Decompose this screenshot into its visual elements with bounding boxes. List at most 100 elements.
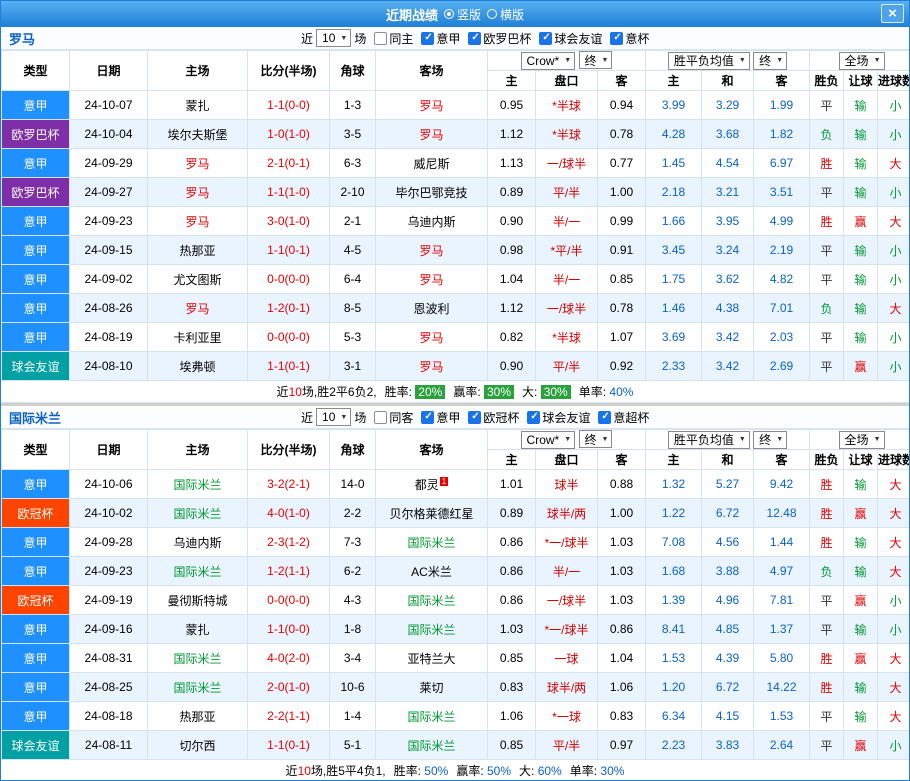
team-name: 罗马 [1, 29, 301, 48]
goals-result: 大 [878, 294, 910, 323]
view-option-vertical[interactable]: 竖版 [444, 6, 481, 23]
corner-score: 3-4 [330, 644, 376, 673]
match-date: 24-09-28 [70, 528, 148, 557]
league-filter-supercup[interactable]: 意超杯 [598, 409, 649, 426]
league-badge: 欧罗巴杯 [2, 178, 70, 207]
asia-home-odds: 1.03 [488, 615, 536, 644]
league-badge: 意甲 [2, 557, 70, 586]
goals-result: 大 [878, 207, 910, 236]
league-filter-friendly[interactable]: 球会友谊 [539, 30, 602, 47]
league-filter-serie-a[interactable]: 意甲 [421, 30, 460, 47]
asia-odds-time-select[interactable]: 终▼ [579, 430, 613, 448]
match-date: 24-09-27 [70, 178, 148, 207]
league-badge: 意甲 [2, 207, 70, 236]
euro-home-odds: 1.32 [646, 470, 702, 499]
close-button[interactable]: × [881, 4, 904, 23]
score: 2-3(1-2) [248, 528, 330, 557]
euro-draw-odds: 4.38 [702, 294, 754, 323]
scope-select[interactable]: 全场▼ [839, 52, 885, 70]
summary-bar: 近10场,胜2平6负2,胜率: 20%赢率: 30%大: 30%单率: 40% [1, 381, 909, 403]
score: 2-1(0-1) [248, 149, 330, 178]
euro-odds-time-select[interactable]: 终▼ [753, 52, 787, 70]
asia-home-odds: 0.85 [488, 731, 536, 760]
corner-score: 3-1 [330, 352, 376, 381]
euro-home-odds: 6.34 [646, 702, 702, 731]
score: 1-2(1-1) [248, 557, 330, 586]
away-team: 国际米兰 [376, 731, 488, 760]
col-header-date: 日期 [70, 51, 148, 91]
corner-score: 6-2 [330, 557, 376, 586]
checkbox-checked-icon [527, 411, 540, 424]
league-badge: 意甲 [2, 91, 70, 120]
red-card-icon: 1 [440, 477, 448, 486]
games-count-select[interactable]: 10▼ [316, 29, 351, 47]
euro-away-odds: 4.99 [754, 207, 810, 236]
sub-header-goals: 进球数 [878, 71, 910, 91]
result: 平 [810, 586, 844, 615]
handicap-result: 输 [844, 91, 878, 120]
matches-table: 类型 日期 主场 比分(半场) 角球 客场 Crow*▼ 终▼ 胜平负均值▼ 终… [1, 50, 910, 381]
team-bar: 国际米兰 近 10▼ 场 同客 意甲 欧冠杯 [1, 406, 909, 429]
asia-away-odds: 0.77 [598, 149, 646, 178]
euro-away-odds: 1.99 [754, 91, 810, 120]
result: 平 [810, 615, 844, 644]
corner-score: 5-3 [330, 323, 376, 352]
corner-score: 10-6 [330, 673, 376, 702]
games-count-select[interactable]: 10▼ [316, 408, 351, 426]
chevron-down-icon: ▼ [602, 57, 609, 64]
asia-away-odds: 0.92 [598, 352, 646, 381]
league-badge: 意甲 [2, 323, 70, 352]
match-date: 24-10-07 [70, 91, 148, 120]
handicap-result: 输 [844, 149, 878, 178]
title-bar: 近期战绩 竖版 横版 × [1, 1, 909, 27]
checkbox-checked-icon [421, 32, 434, 45]
euro-draw-odds: 4.85 [702, 615, 754, 644]
summary-stat: 胜率: 20% [385, 383, 446, 400]
result: 平 [810, 323, 844, 352]
asia-odds-controls: Crow*▼ 终▼ [488, 430, 646, 450]
summary-bar: 近10场,胜5平4负1,胜率: 50%赢率: 50%大: 60%单率: 30% [1, 760, 909, 781]
bookmaker-select[interactable]: Crow*▼ [521, 431, 576, 449]
handicap: 一/球半 [536, 294, 598, 323]
match-date: 24-08-18 [70, 702, 148, 731]
summary-stat: 赢率: 50% [456, 762, 511, 779]
close-icon: × [888, 6, 897, 21]
league-filter-europa[interactable]: 欧罗巴杯 [468, 30, 531, 47]
scope-select[interactable]: 全场▼ [839, 431, 885, 449]
league-badge: 意甲 [2, 470, 70, 499]
handicap-result: 赢 [844, 499, 878, 528]
result: 平 [810, 91, 844, 120]
section-roma: 罗马 近 10▼ 场 同主 意甲 欧罗巴杯 [1, 27, 909, 403]
handicap-result: 赢 [844, 731, 878, 760]
euro-avg-select[interactable]: 胜平负均值▼ [668, 52, 750, 70]
league-filter-coppa[interactable]: 意杯 [610, 30, 649, 47]
summary-stat: 赢率: 30% [453, 383, 514, 400]
asia-away-odds: 1.07 [598, 323, 646, 352]
asia-odds-time-select[interactable]: 终▼ [579, 51, 613, 69]
sub-header-euro-draw: 和 [702, 71, 754, 91]
euro-away-odds: 2.19 [754, 236, 810, 265]
result: 负 [810, 557, 844, 586]
match-row: 欧冠杯24-10-02国际米兰4-0(1-0)2-2贝尔格莱德红星0.89球半/… [2, 499, 910, 528]
same-venue-checkbox[interactable]: 同主 [374, 30, 413, 47]
asia-away-odds: 0.99 [598, 207, 646, 236]
league-badge: 欧冠杯 [2, 499, 70, 528]
match-row: 意甲24-09-15热那亚1-1(0-1)4-5罗马0.98*平/半0.913.… [2, 236, 910, 265]
away-team: 罗马 [376, 120, 488, 149]
same-venue-checkbox[interactable]: 同客 [374, 409, 413, 426]
col-header-score: 比分(半场) [248, 430, 330, 470]
view-option-horizontal[interactable]: 横版 [487, 6, 524, 23]
match-date: 24-08-11 [70, 731, 148, 760]
bookmaker-select[interactable]: Crow*▼ [521, 52, 576, 70]
euro-away-odds: 3.51 [754, 178, 810, 207]
euro-avg-select[interactable]: 胜平负均值▼ [668, 431, 750, 449]
league-filter-serie-a[interactable]: 意甲 [421, 409, 460, 426]
corner-score: 6-4 [330, 265, 376, 294]
asia-home-odds: 0.86 [488, 528, 536, 557]
chevron-down-icon: ▼ [739, 57, 746, 64]
euro-odds-time-select[interactable]: 终▼ [753, 431, 787, 449]
league-filter-ucl[interactable]: 欧冠杯 [468, 409, 519, 426]
result: 平 [810, 352, 844, 381]
league-filter-friendly[interactable]: 球会友谊 [527, 409, 590, 426]
away-team: 乌迪内斯 [376, 207, 488, 236]
